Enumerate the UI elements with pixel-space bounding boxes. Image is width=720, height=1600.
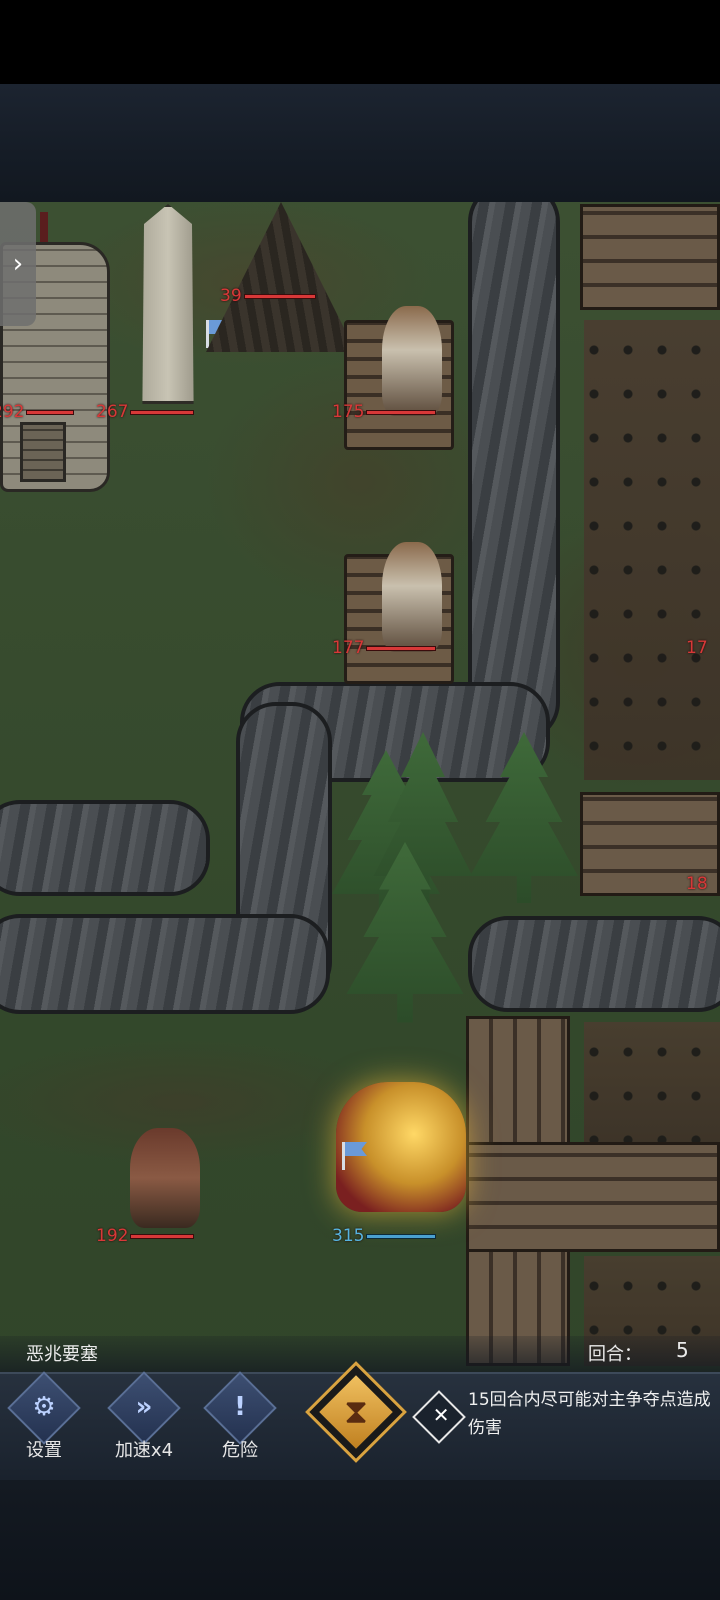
- wood-fence-top-right: [580, 204, 720, 310]
- cliff-left-lower: [0, 914, 330, 1014]
- hero-hp: 315: [332, 1226, 437, 1246]
- end-turn-button[interactable]: ⧗: [305, 1361, 407, 1463]
- battle-map[interactable]: 292 267 39 175 177 17 18 192 315: [0, 202, 720, 1394]
- danger-button[interactable]: ! 危险: [200, 1371, 280, 1470]
- dark-tent[interactable]: [206, 202, 356, 352]
- right-edge-hp: 18: [686, 874, 708, 894]
- obelisk-hp: 267: [96, 402, 195, 422]
- axeman-enemy[interactable]: [130, 1128, 200, 1228]
- exclamation-icon: !: [234, 1392, 246, 1422]
- settings-label: 设置: [26, 1440, 62, 1461]
- status-bar-area: [0, 0, 720, 84]
- archer-mid[interactable]: [382, 542, 442, 652]
- cliff-right: [468, 916, 720, 1012]
- archer-mid-hp: 177: [332, 638, 437, 658]
- side-panel-toggle[interactable]: ›: [0, 202, 36, 326]
- stage-name: 恶兆要塞: [26, 1344, 98, 1365]
- archer-top-hp: 175: [332, 402, 437, 422]
- hourglass-icon: ⧗: [344, 1392, 368, 1432]
- tower-hp: 292: [0, 402, 75, 422]
- cliff-left-upper: [0, 800, 210, 896]
- cliff-vertical: [468, 202, 560, 742]
- flag-icon: [342, 1142, 370, 1170]
- round-number: 5: [676, 1338, 689, 1362]
- fast-forward-icon: »: [135, 1392, 153, 1422]
- speed-label: 加速x4: [114, 1440, 174, 1461]
- spike-field-upper: [584, 320, 720, 780]
- bottom-frame: [0, 1480, 720, 1600]
- objective-text: 15回合内尽可能对主争夺点造成伤害: [468, 1390, 711, 1438]
- chevron-right-icon: ›: [12, 249, 24, 279]
- axeman-hp: 192: [96, 1226, 195, 1246]
- wood-fence-bottom-right: [466, 1142, 720, 1252]
- gear-icon: ⚙: [32, 1392, 56, 1422]
- spike-field-lower: [584, 1022, 720, 1142]
- top-frame: [0, 84, 720, 202]
- speed-button[interactable]: » 加速x4: [104, 1371, 184, 1470]
- archer-top[interactable]: [382, 306, 442, 416]
- right-edge-hp: 17: [686, 638, 708, 658]
- round-label: 回合：: [588, 1344, 642, 1365]
- danger-label: 危险: [222, 1440, 258, 1461]
- settings-button[interactable]: ⚙ 设置: [4, 1371, 84, 1470]
- tent-hp: 39: [220, 286, 316, 306]
